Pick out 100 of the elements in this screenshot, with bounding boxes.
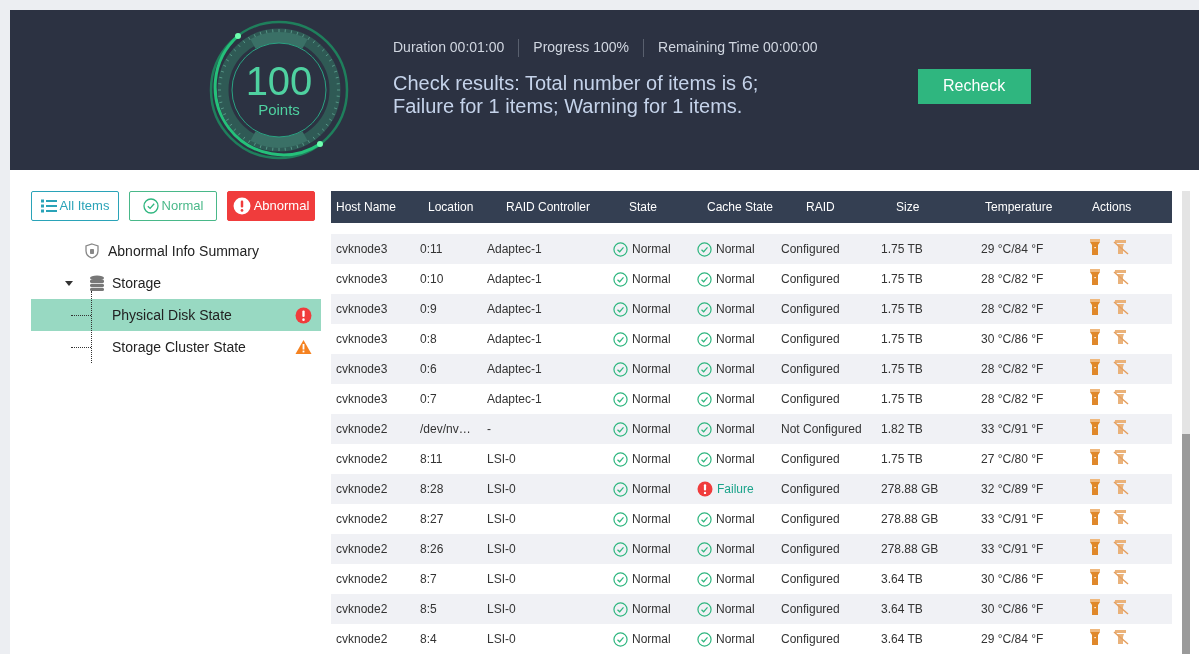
light-off-button[interactable] [1113, 269, 1129, 285]
tree-item[interactable]: Storage [31, 267, 321, 299]
normal-status: Normal [613, 390, 691, 408]
light-off-button[interactable] [1113, 449, 1129, 465]
flashlight-icon [1089, 359, 1101, 375]
check-circle-icon [613, 241, 628, 257]
light-on-button[interactable] [1089, 599, 1101, 615]
table-cell-text: 29 °C/84 °F [980, 241, 1045, 258]
normal-status: Normal [697, 240, 775, 258]
table-cell-text: cvknode2 [335, 451, 389, 468]
normal-status: Normal [613, 330, 691, 348]
table-cell-text: LSI-0 [486, 511, 517, 528]
light-off-button[interactable] [1113, 629, 1129, 645]
table-cell-text: Configured [780, 481, 841, 498]
light-off-button[interactable] [1113, 539, 1129, 555]
check-circle-icon [613, 421, 628, 437]
table-cell-text: 1.75 TB [880, 451, 924, 468]
normal-status: Normal [613, 540, 691, 558]
normal-status: Normal [697, 510, 775, 528]
normal-status: Normal [697, 420, 775, 438]
table-cell-text: 278.88 GB [880, 541, 940, 558]
score-unit: Points [258, 101, 300, 119]
flashlight-off-icon [1113, 569, 1129, 585]
check-circle-icon [613, 511, 628, 527]
normal-status: Normal [613, 300, 691, 318]
light-on-button[interactable] [1089, 479, 1101, 495]
light-off-button[interactable] [1113, 569, 1129, 585]
light-off-button[interactable] [1113, 599, 1129, 615]
table-cell-text: 3.64 TB [880, 631, 924, 648]
table-cell-text: 8:27 [419, 511, 445, 528]
table-cell-text: 8:7 [419, 571, 438, 588]
normal-status: Normal [697, 570, 775, 588]
light-on-button[interactable] [1089, 629, 1101, 645]
light-off-button[interactable] [1113, 389, 1129, 405]
exclamation-circle-icon [295, 306, 312, 324]
flashlight-icon [1089, 629, 1101, 645]
table-cell-text: Configured [780, 541, 841, 558]
light-on-button[interactable] [1089, 329, 1101, 345]
light-on-button[interactable] [1089, 449, 1101, 465]
normal-status: Normal [613, 630, 691, 648]
light-off-button[interactable] [1113, 329, 1129, 345]
light-on-button[interactable] [1089, 389, 1101, 405]
light-on-button[interactable] [1089, 569, 1101, 585]
light-on-button[interactable] [1089, 359, 1101, 375]
normal-status: Normal [613, 450, 691, 468]
table-cell-text: 0:6 [419, 361, 438, 378]
check-circle-icon [613, 361, 628, 377]
table-cell-text: 1.75 TB [880, 301, 924, 318]
flashlight-icon [1089, 449, 1101, 465]
light-on-button[interactable] [1089, 419, 1101, 435]
check-circle-icon [697, 451, 712, 467]
table-cell-text: Configured [780, 301, 841, 318]
flashlight-off-icon [1113, 389, 1129, 405]
normal-status: Normal [697, 540, 775, 558]
flashlight-icon [1089, 419, 1101, 435]
check-circle-icon [613, 541, 628, 557]
flashlight-off-icon [1113, 599, 1129, 615]
flashlight-off-icon [1113, 329, 1129, 345]
table-cell-text: - [486, 421, 492, 438]
tree-item[interactable]: Physical Disk State [31, 299, 321, 331]
table-cell-text: 8:4 [419, 631, 438, 648]
light-off-button[interactable] [1113, 239, 1129, 255]
table-cell-text: 30 °C/86 °F [980, 571, 1045, 588]
normal-status: Normal [613, 480, 691, 498]
table-cell-text: 0:8 [419, 331, 438, 348]
normal-status: Normal [697, 300, 775, 318]
light-off-button[interactable] [1113, 359, 1129, 375]
light-on-button[interactable] [1089, 539, 1101, 555]
filter-button[interactable]: Abnormal [227, 191, 315, 221]
table-cell-text: cvknode2 [335, 421, 389, 438]
table-cell-text: 33 °C/91 °F [980, 421, 1045, 438]
normal-status: Normal [613, 570, 691, 588]
light-on-button[interactable] [1089, 239, 1101, 255]
flashlight-icon [1089, 269, 1101, 285]
check-circle-icon [697, 301, 712, 317]
check-circle-icon [613, 481, 628, 497]
table-cell-text: 1.75 TB [880, 391, 924, 408]
table-cell-text: 1.75 TB [880, 271, 924, 288]
light-off-button[interactable] [1113, 479, 1129, 495]
stat-text: Duration 00:01:00 [393, 38, 505, 57]
table-cell-text: cvknode3 [335, 331, 389, 348]
light-off-button[interactable] [1113, 419, 1129, 435]
list-icon [40, 199, 57, 213]
tree-item[interactable]: Abnormal Info Summary [31, 235, 321, 267]
table-cell-text: LSI-0 [486, 601, 517, 618]
normal-status: Normal [613, 600, 691, 618]
light-on-button[interactable] [1089, 509, 1101, 525]
table-cell-text: Configured [780, 511, 841, 528]
normal-status: Normal [697, 450, 775, 468]
scrollbar[interactable] [1182, 191, 1190, 654]
light-off-button[interactable] [1113, 509, 1129, 525]
light-on-button[interactable] [1089, 299, 1101, 315]
flashlight-off-icon [1113, 359, 1129, 375]
light-off-button[interactable] [1113, 299, 1129, 315]
table-cell-text: 278.88 GB [880, 511, 940, 528]
normal-status: Normal [697, 630, 775, 648]
light-on-button[interactable] [1089, 269, 1101, 285]
check-circle-icon [697, 271, 712, 287]
table-cell-text: 33 °C/91 °F [980, 511, 1045, 528]
table-cell-text: cvknode3 [335, 391, 389, 408]
